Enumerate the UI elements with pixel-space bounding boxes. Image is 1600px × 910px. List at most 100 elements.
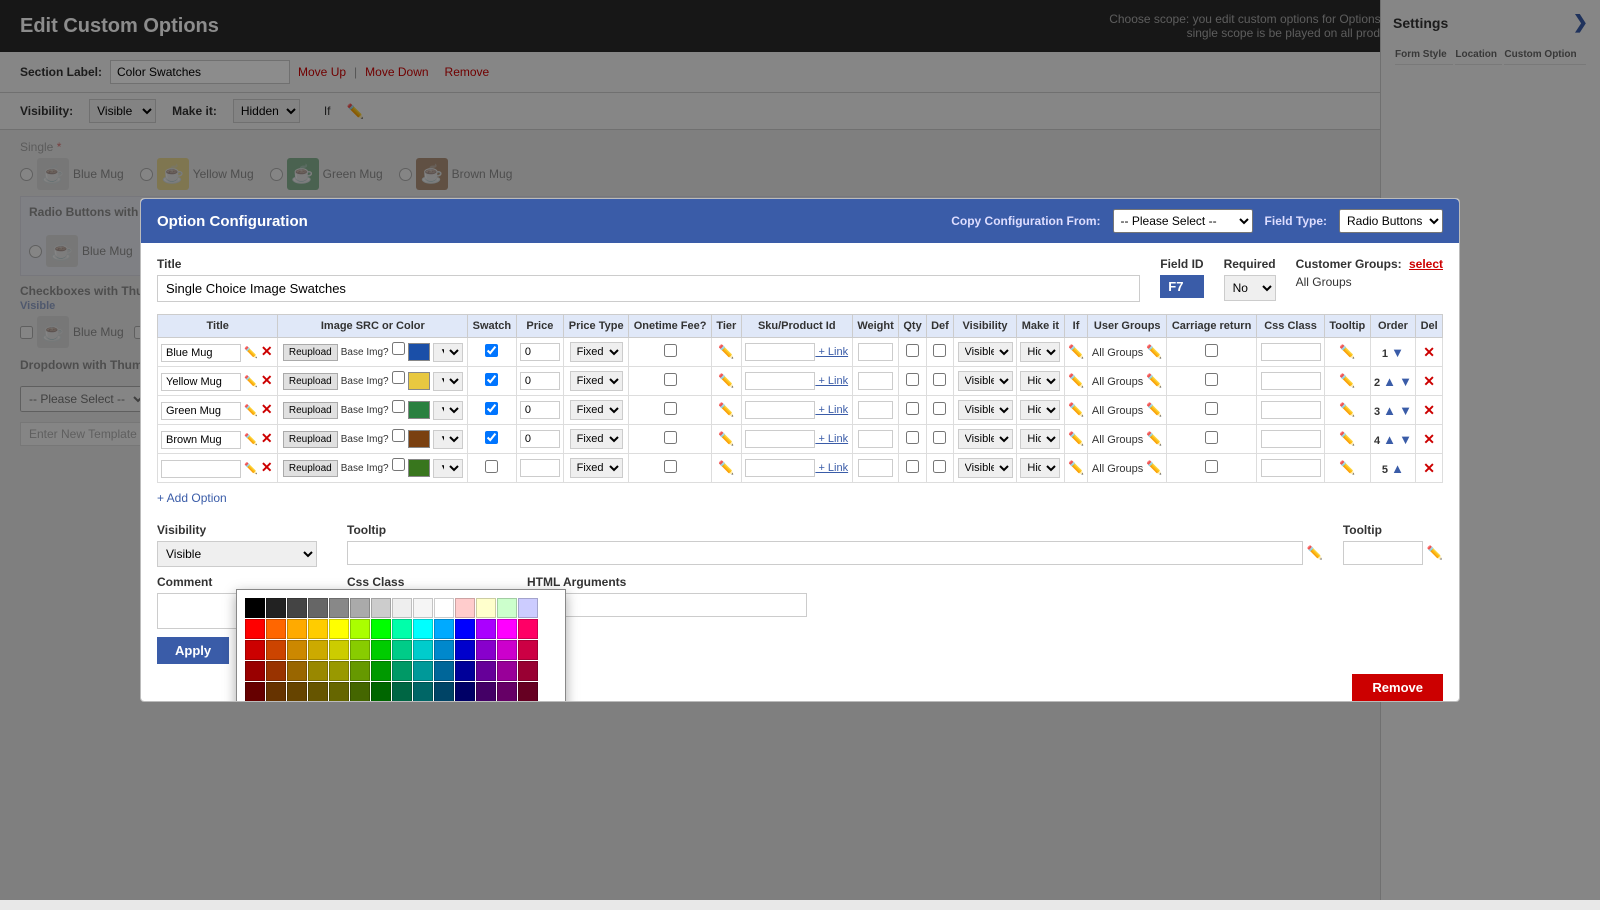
price-input[interactable]	[520, 343, 560, 361]
link-a[interactable]: + Link	[815, 433, 848, 445]
arrow-down-icon[interactable]: ▼	[1399, 432, 1412, 447]
color-swatch-preview[interactable]	[408, 372, 430, 390]
if-row-pencil-icon[interactable]: ✏️	[1068, 402, 1084, 417]
title-pencil-icon[interactable]: ✏️	[244, 376, 258, 388]
color-swatch-cell[interactable]	[350, 682, 370, 702]
css-class-row-input[interactable]	[1261, 372, 1321, 390]
vis-select[interactable]: VisibleHidden	[958, 342, 1013, 362]
onetime-check[interactable]	[664, 431, 677, 444]
delete-row-icon[interactable]: ✕	[1423, 344, 1435, 360]
color-swatch-cell[interactable]	[434, 640, 454, 660]
color-swatch-cell[interactable]	[245, 661, 265, 681]
css-class-row-input[interactable]	[1261, 343, 1321, 361]
color-swatch-cell[interactable]	[476, 619, 496, 639]
title-pencil-icon[interactable]: ✏️	[244, 347, 258, 359]
qty-check[interactable]	[906, 402, 919, 415]
onetime-check[interactable]	[664, 402, 677, 415]
tooltip-right-pencil-icon[interactable]: ✏️	[1427, 545, 1443, 561]
color-swatch-cell[interactable]	[266, 682, 286, 702]
color-swatch-cell[interactable]	[350, 598, 370, 618]
arrow-up-icon[interactable]: ▲	[1383, 374, 1396, 389]
color-swatch-cell[interactable]	[308, 619, 328, 639]
color-swatch-cell[interactable]	[266, 619, 286, 639]
color-swatch-cell[interactable]	[371, 619, 391, 639]
def-check[interactable]	[933, 460, 946, 473]
make-it-row-select[interactable]: HiddVisi	[1020, 458, 1060, 478]
title-pencil-icon[interactable]: ✏️	[244, 434, 258, 446]
color-type-select[interactable]: ▼	[433, 343, 463, 362]
tooltip-input[interactable]	[347, 541, 1303, 565]
qty-check[interactable]	[906, 344, 919, 357]
css-class-row-input[interactable]	[1261, 401, 1321, 419]
reupload-button[interactable]: Reupload	[283, 373, 338, 390]
color-swatch-cell[interactable]	[455, 661, 475, 681]
if-row-pencil-icon[interactable]: ✏️	[1068, 460, 1084, 475]
base-img-check[interactable]	[392, 371, 405, 384]
price-input[interactable]	[520, 430, 560, 448]
tier-pencil-icon[interactable]: ✏️	[718, 460, 734, 475]
color-swatch-cell[interactable]	[518, 619, 538, 639]
base-img-check[interactable]	[392, 400, 405, 413]
vis-select[interactable]: VisibleHidden	[958, 371, 1013, 391]
row-title-input[interactable]	[161, 402, 241, 420]
row-title-input[interactable]	[161, 431, 241, 449]
tooltip-row-pencil-icon[interactable]: ✏️	[1339, 344, 1355, 359]
color-swatch-preview[interactable]	[408, 459, 430, 477]
color-swatch-cell[interactable]	[455, 619, 475, 639]
tooltip-row-pencil-icon[interactable]: ✏️	[1339, 402, 1355, 417]
vis-select[interactable]: VisibleHidden	[958, 429, 1013, 449]
make-it-row-select[interactable]: HiddVisi	[1020, 371, 1060, 391]
color-swatch-cell[interactable]	[371, 661, 391, 681]
color-swatch-cell[interactable]	[476, 640, 496, 660]
tooltip-row-pencil-icon[interactable]: ✏️	[1339, 460, 1355, 475]
color-swatch-cell[interactable]	[308, 661, 328, 681]
color-swatch-cell[interactable]	[497, 598, 517, 618]
color-swatch-cell[interactable]	[329, 640, 349, 660]
color-swatch-cell[interactable]	[350, 640, 370, 660]
tooltip-pencil-icon[interactable]: ✏️	[1307, 545, 1323, 561]
title-input[interactable]	[157, 275, 1140, 302]
arrow-down-icon[interactable]: ▼	[1399, 374, 1412, 389]
delete-row-icon[interactable]: ✕	[1423, 373, 1435, 389]
price-type-select[interactable]: Fixed%	[570, 429, 623, 449]
qty-check[interactable]	[906, 373, 919, 386]
color-type-select[interactable]: ▼	[433, 401, 463, 420]
arrow-down-icon[interactable]: ▼	[1399, 403, 1412, 418]
sku-input[interactable]	[745, 343, 815, 361]
tooltip-right-input[interactable]	[1343, 541, 1423, 565]
color-swatch-cell[interactable]	[392, 598, 412, 618]
title-x-icon[interactable]: ✕	[261, 401, 273, 417]
price-input[interactable]	[520, 401, 560, 419]
arrow-up-icon[interactable]: ▲	[1383, 432, 1396, 447]
color-swatch-cell[interactable]	[392, 682, 412, 702]
price-type-select[interactable]: Fixed%	[570, 458, 623, 478]
weight-input[interactable]	[858, 430, 893, 448]
link-a[interactable]: + Link	[815, 462, 848, 474]
customer-groups-select-link[interactable]: select	[1409, 257, 1443, 271]
title-x-icon[interactable]: ✕	[261, 430, 273, 446]
sku-input[interactable]	[745, 430, 815, 448]
base-img-check[interactable]	[392, 429, 405, 442]
color-type-select[interactable]: ▼	[433, 372, 463, 391]
color-swatch-cell[interactable]	[455, 598, 475, 618]
color-swatch-cell[interactable]	[518, 661, 538, 681]
user-groups-pencil-icon[interactable]: ✏️	[1146, 373, 1162, 388]
weight-input[interactable]	[858, 401, 893, 419]
color-swatch-cell[interactable]	[266, 661, 286, 681]
color-swatch-cell[interactable]	[308, 682, 328, 702]
color-swatch-cell[interactable]	[266, 598, 286, 618]
title-x-icon[interactable]: ✕	[261, 343, 273, 359]
make-it-row-select[interactable]: HiddVisi	[1020, 429, 1060, 449]
color-swatch-cell[interactable]	[434, 619, 454, 639]
reupload-button[interactable]: Reupload	[283, 344, 338, 361]
html-args-input[interactable]	[527, 593, 807, 617]
title-x-icon[interactable]: ✕	[261, 459, 273, 475]
color-swatch-cell[interactable]	[518, 640, 538, 660]
color-swatch-cell[interactable]	[413, 598, 433, 618]
tooltip-row-pencil-icon[interactable]: ✏️	[1339, 431, 1355, 446]
price-type-select[interactable]: Fixed%	[570, 400, 623, 420]
vis-select[interactable]: VisibleHidden	[958, 400, 1013, 420]
tier-pencil-icon[interactable]: ✏️	[718, 402, 734, 417]
qty-check[interactable]	[906, 431, 919, 444]
delete-row-icon[interactable]: ✕	[1423, 460, 1435, 476]
